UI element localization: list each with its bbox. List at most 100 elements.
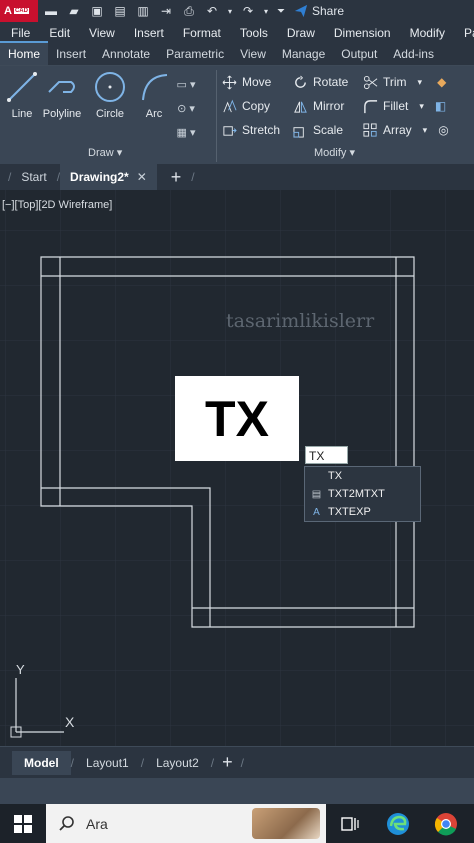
scale-button[interactable]: Scale xyxy=(293,120,343,140)
viewport-controls[interactable]: [−][Top][2D Wireframe] xyxy=(2,199,112,211)
trim-dropdown-icon[interactable]: ▾ xyxy=(418,77,423,88)
arc-tool-button[interactable]: Arc xyxy=(132,70,176,120)
trim-label: Trim xyxy=(383,75,407,89)
watermark-text: tasarimlikislerr xyxy=(226,310,375,332)
undo-icon[interactable]: ↶ xyxy=(202,3,222,19)
save-as-icon[interactable]: ▤ xyxy=(110,3,130,19)
tab-model[interactable]: Model xyxy=(12,750,71,775)
tab-home[interactable]: Home xyxy=(0,41,49,65)
menu-bar: File Edit View Insert Format Tools Draw … xyxy=(0,22,474,44)
save-icon[interactable]: ▣ xyxy=(87,3,107,19)
redo-icon[interactable]: ↷ xyxy=(238,3,258,19)
share-button[interactable]: Share xyxy=(294,4,344,18)
polyline-tool-button[interactable]: Polyline xyxy=(40,70,84,120)
share-label: Share xyxy=(312,4,345,18)
tab-view[interactable]: View xyxy=(232,43,274,65)
tab-start[interactable]: Start xyxy=(11,164,56,190)
search-highlight-image xyxy=(252,808,320,839)
tab-output[interactable]: Output xyxy=(333,43,385,65)
tab-manage[interactable]: Manage xyxy=(274,43,333,65)
share-plane-icon xyxy=(294,4,308,18)
fillet-dropdown-icon[interactable]: ▾ xyxy=(419,101,424,112)
task-view-icon[interactable] xyxy=(326,804,374,843)
menu-tools[interactable]: Tools xyxy=(229,26,276,40)
customize-qat-icon[interactable]: ⏷ xyxy=(274,3,288,19)
draw-panel-title[interactable]: Draw ▾ xyxy=(88,146,122,159)
tab-layout1[interactable]: Layout1 xyxy=(74,751,141,775)
hatch-icon[interactable]: ⊙ ▾ xyxy=(176,96,196,120)
tab-addins[interactable]: Add-ins xyxy=(385,43,442,65)
array-button[interactable]: Array ▾ ◎ xyxy=(363,120,449,140)
tab-separator: / xyxy=(8,170,12,184)
dynamic-command-input[interactable]: TX xyxy=(305,446,348,464)
menu-view[interactable]: View xyxy=(78,26,123,40)
drawing-canvas[interactable]: [−][Top][2D Wireframe] tasarimlikislerr … xyxy=(0,190,474,746)
arc-label: Arc xyxy=(145,108,163,120)
fillet-button[interactable]: Fillet ▾ ◧ xyxy=(363,96,446,116)
web-save-icon[interactable]: ▥ xyxy=(133,3,153,19)
close-tab-icon[interactable]: ✕ xyxy=(137,170,147,184)
stretch-icon xyxy=(223,125,237,136)
menu-edit[interactable]: Edit xyxy=(38,26,78,40)
scale-icon xyxy=(293,126,304,138)
txtexp-icon: A xyxy=(313,506,320,518)
windows-start-button[interactable] xyxy=(0,804,46,843)
stretch-button[interactable]: Stretch xyxy=(222,120,280,140)
line-tool-button[interactable]: Line xyxy=(0,70,44,120)
menu-dimension[interactable]: Dimension xyxy=(323,26,399,40)
tab-drawing2[interactable]: Drawing2* ✕ xyxy=(60,164,157,190)
trim-scissors-icon xyxy=(363,75,378,89)
move-label: Move xyxy=(242,75,272,89)
search-placeholder: Ara xyxy=(86,815,108,832)
chrome-browser-icon[interactable] xyxy=(422,804,470,843)
modify-panel-title[interactable]: Modify ▾ xyxy=(314,146,355,159)
polyline-icon xyxy=(48,81,75,93)
command-autocomplete-list: TX ▤ TXT2MTXT A TXTEXP xyxy=(304,466,421,522)
menu-parametric[interactable]: Pa xyxy=(453,26,474,40)
taskbar-search-box[interactable]: Ara xyxy=(46,804,326,843)
panel-divider xyxy=(216,70,217,162)
menu-insert[interactable]: Insert xyxy=(123,26,172,40)
redo-dropdown-icon[interactable]: ▾ xyxy=(261,3,271,19)
model-tab-label: Model xyxy=(24,755,59,770)
new-layout-plus-icon[interactable]: + xyxy=(222,752,233,773)
menu-format[interactable]: Format xyxy=(172,26,229,40)
menu-modify[interactable]: Modify xyxy=(399,26,453,40)
rotate-button[interactable]: Rotate xyxy=(293,72,348,92)
mirror-button[interactable]: Mirror xyxy=(293,96,344,116)
explode-icon[interactable]: ◧ xyxy=(435,99,446,113)
mirror-icon xyxy=(294,101,307,113)
circle-tool-button[interactable]: Circle xyxy=(88,70,132,120)
suggestion-txtexp[interactable]: A TXTEXP xyxy=(305,503,420,521)
trim-button[interactable]: Trim ▾ ◆ xyxy=(363,72,446,92)
new-file-icon[interactable]: ▬ xyxy=(41,3,61,19)
menu-draw[interactable]: Draw xyxy=(276,26,323,40)
menu-file[interactable]: File xyxy=(0,26,38,40)
tab-annotate[interactable]: Annotate xyxy=(94,43,158,65)
move-button[interactable]: Move xyxy=(222,72,271,92)
open-web-icon[interactable]: ⇥ xyxy=(156,3,176,19)
offset-icon[interactable]: ◎ xyxy=(438,123,448,137)
new-tab-plus-icon[interactable]: + xyxy=(171,167,182,188)
suggestion-txt2mtxt[interactable]: ▤ TXT2MTXT xyxy=(305,485,420,503)
rectangle-icon[interactable]: ▭ ▾ xyxy=(176,72,196,96)
copy-icon xyxy=(223,99,237,112)
copy-button[interactable]: Copy xyxy=(222,96,270,116)
open-folder-icon[interactable]: ▰ xyxy=(64,3,84,19)
array-dropdown-icon[interactable]: ▾ xyxy=(423,125,428,136)
plot-printer-icon[interactable]: ⎙ xyxy=(179,3,199,19)
suggestion-tx[interactable]: TX xyxy=(305,467,420,485)
copy-label: Copy xyxy=(242,99,271,113)
edge-browser-icon[interactable] xyxy=(374,804,422,843)
gradient-icon[interactable]: ▦ ▾ xyxy=(176,120,196,144)
rotate-icon xyxy=(295,75,306,88)
erase-icon[interactable]: ◆ xyxy=(437,75,446,89)
suggestion-label: TXTEXP xyxy=(328,506,371,518)
command-overlay-label: TX xyxy=(175,376,299,461)
tab-insert[interactable]: Insert xyxy=(48,43,94,65)
autocad-logo-button[interactable]: A CAD xyxy=(0,0,38,22)
tab-layout2[interactable]: Layout2 xyxy=(144,751,211,775)
tab-parametric[interactable]: Parametric xyxy=(158,43,232,65)
logo-letter: A xyxy=(4,5,12,17)
undo-dropdown-icon[interactable]: ▾ xyxy=(225,3,235,19)
